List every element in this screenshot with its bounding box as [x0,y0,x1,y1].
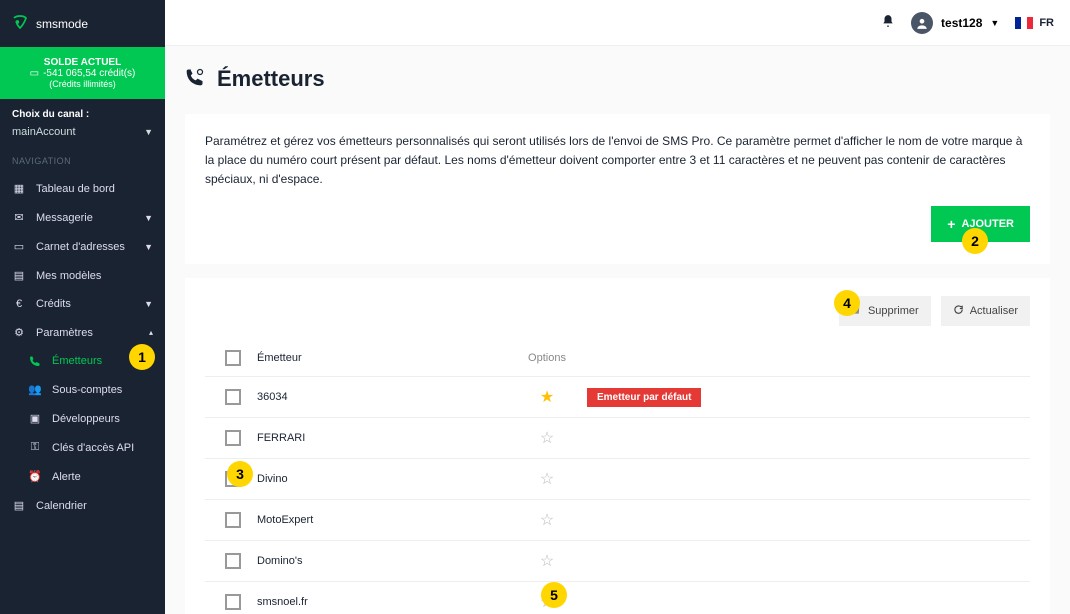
select-all-checkbox[interactable] [225,350,241,366]
templates-icon: ▤ [12,269,26,282]
plus-icon: + [947,216,955,232]
row-sender-name: FERRARI [257,432,507,444]
refresh-button[interactable]: Actualiser [941,296,1030,326]
user-menu[interactable]: test128 ▼ [911,12,999,34]
balance-value: ▭ -541 065,54 crédit(s) [12,68,153,79]
annotation-2: 2 [962,228,988,254]
row-checkbox[interactable] [225,389,241,405]
brand-logo-icon [12,14,28,33]
annotation-5: 5 [541,582,567,608]
table-row: Domino's ☆ [205,541,1030,582]
table-actions: 4 Supprimer Actualiser [205,296,1030,326]
phone-icon [28,355,42,367]
alarm-icon: ⏰ [28,470,42,483]
annotation-4: 4 [834,290,860,316]
brand[interactable]: smsmode [0,0,165,47]
row-sender-name: MotoExpert [257,514,507,526]
chevron-down-icon: ▼ [144,127,153,137]
nav-dashboard[interactable]: ▦ Tableau de bord [0,174,165,203]
channel-label: Choix du canal : [12,109,153,120]
credit-icon: ▭ [30,68,39,79]
chevron-up-icon: ▴ [149,328,153,337]
table-card: 4 Supprimer Actualiser Émetteur Op [185,278,1050,614]
nav-credits[interactable]: € Crédits ▼ [0,290,165,318]
row-checkbox[interactable] [225,594,241,610]
brand-name: smsmode [36,17,88,31]
table-row: Divino ☆ 3 [205,459,1030,500]
gear-icon: ⚙ [12,326,26,339]
table-row: FERRARI ☆ [205,418,1030,459]
chevron-down-icon: ▼ [144,299,153,309]
main: test128 ▼ FR Émetteurs Paramétrez et gér… [165,0,1070,614]
balance-note: (Crédits illimités) [12,79,153,89]
row-sender-name: Domino's [257,555,507,567]
language-selector[interactable]: FR [1015,17,1054,29]
avatar [911,12,933,34]
dev-icon: ▣ [28,412,42,425]
table-body: 36034 ★ Emetteur par défaut FERRARI ☆ Divino ☆… [205,377,1030,614]
star-icon[interactable]: ☆ [540,510,554,530]
row-sender-name: smsnoel.fr [257,596,507,608]
calendar-icon: ▤ [12,499,26,512]
table-header: Émetteur Options [205,340,1030,377]
row-checkbox[interactable] [225,430,241,446]
col-sender-header: Émetteur [257,352,507,364]
nav-settings[interactable]: ⚙ Paramètres ▴ [0,318,165,347]
nav-alert[interactable]: ⏰ Alerte [0,462,165,491]
user-name: test128 [941,16,982,30]
topbar: test128 ▼ FR [165,0,1070,46]
default-badge: Emetteur par défaut [587,388,701,407]
row-sender-name: 36034 [257,391,507,403]
nav-senders[interactable]: Émetteurs 1 [0,347,165,375]
contacts-icon: ▭ [12,240,26,253]
credits-icon: € [12,298,26,310]
row-checkbox[interactable] [225,512,241,528]
page-title: Émetteurs [185,66,1050,92]
content: Émetteurs Paramétrez et gérez vos émette… [165,46,1070,614]
bell-icon[interactable] [881,14,895,31]
annotation-1: 1 [129,344,155,370]
row-checkbox[interactable] [225,553,241,569]
key-icon: ⚿ [28,441,42,454]
phone-settings-icon [185,67,205,92]
channel-value: mainAccount [12,126,76,138]
balance-box: SOLDE ACTUEL ▭ -541 065,54 crédit(s) (Cr… [0,47,165,99]
table-row: MotoExpert ☆ [205,500,1030,541]
users-icon: 👥 [28,383,42,396]
table-row: 36034 ★ Emetteur par défaut [205,377,1030,418]
sidebar: smsmode SOLDE ACTUEL ▭ -541 065,54 crédi… [0,0,165,614]
nav-templates[interactable]: ▤ Mes modèles [0,261,165,290]
table-row: smsnoel.fr☆5 [205,582,1030,614]
nav-messaging[interactable]: ✉ Messagerie ▼ [0,203,165,232]
balance-title: SOLDE ACTUEL [12,57,153,68]
star-icon[interactable]: ☆ [540,428,554,448]
star-icon[interactable]: ★ [540,387,554,407]
row-sender-name: Divino [257,473,507,485]
chevron-down-icon: ▼ [144,213,153,223]
star-icon[interactable]: ☆ [540,551,554,571]
nav-section-label: NAVIGATION [0,148,165,174]
nav-contacts[interactable]: ▭ Carnet d'adresses ▼ [0,232,165,261]
col-options-header: Options [507,352,587,364]
refresh-icon [953,304,964,318]
flag-fr-icon [1015,17,1033,29]
chevron-down-icon: ▼ [990,18,999,28]
intro-card: Paramétrez et gérez vos émetteurs person… [185,114,1050,264]
chevron-down-icon: ▼ [144,242,153,252]
channel-selector: Choix du canal : mainAccount ▼ [0,99,165,148]
nav-apikeys[interactable]: ⚿ Clés d'accès API [0,433,165,462]
star-icon[interactable]: ☆ [540,469,554,489]
channel-select[interactable]: mainAccount ▼ [12,126,153,138]
annotation-3: 3 [227,461,253,487]
nav-developers[interactable]: ▣ Développeurs [0,404,165,433]
nav-calendar[interactable]: ▤ Calendrier [0,491,165,520]
dashboard-icon: ▦ [12,182,26,195]
intro-text: Paramétrez et gérez vos émetteurs person… [205,132,1030,190]
message-icon: ✉ [12,211,26,224]
nav-subaccounts[interactable]: 👥 Sous-comptes [0,375,165,404]
